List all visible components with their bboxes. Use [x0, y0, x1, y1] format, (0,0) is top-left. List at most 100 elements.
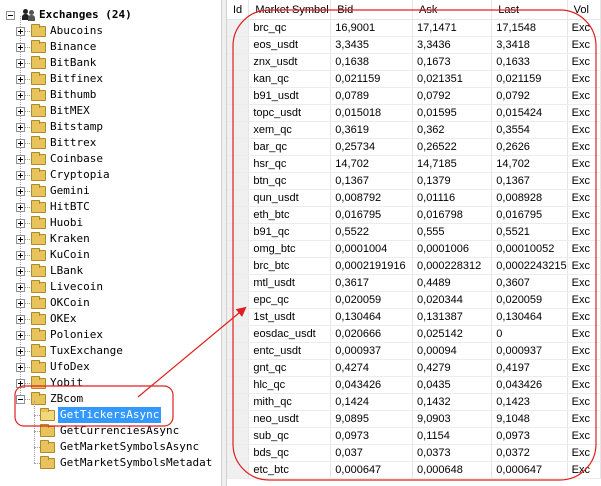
table-cell[interactable]: Exc [567, 393, 601, 411]
table-cell[interactable]: 0,26522 [412, 138, 493, 156]
table-cell[interactable]: 0,0435 [412, 376, 493, 394]
table-cell[interactable]: 0,1638 [330, 53, 414, 71]
table-cell[interactable]: 0,25734 [330, 138, 414, 156]
table-cell[interactable]: Exc [567, 87, 601, 105]
table-cell[interactable]: 0,000647 [491, 461, 568, 479]
expand-toggle[interactable] [16, 347, 25, 356]
expand-toggle[interactable] [16, 107, 25, 116]
table-cell[interactable]: 0,000228312 [412, 257, 493, 275]
expand-toggle[interactable] [16, 59, 25, 68]
table-cell[interactable]: 0,1633 [491, 53, 568, 71]
table-cell[interactable]: 17,1471 [412, 19, 493, 37]
table-cell[interactable]: 0,01595 [412, 104, 493, 122]
table-cell[interactable]: 0,130464 [330, 308, 414, 326]
table-cell[interactable]: eth_btc [248, 206, 332, 224]
table-cell[interactable]: 3,3418 [491, 36, 568, 54]
table-cell[interactable]: Exc [567, 274, 601, 292]
table-cell[interactable]: Exc [567, 444, 601, 462]
column-header-vol[interactable]: Vol [567, 0, 601, 20]
expand-toggle[interactable] [16, 27, 25, 36]
table-row[interactable]: eosdac_usdt 0,020666 0,025142 0 Exc [227, 325, 601, 343]
table-cell[interactable]: 0,020344 [412, 291, 493, 309]
table-cell[interactable]: eosdac_usdt [248, 325, 332, 343]
table-cell[interactable]: Exc [567, 19, 601, 37]
row-id-cell[interactable] [227, 155, 250, 173]
table-cell[interactable]: 0,000937 [491, 342, 568, 360]
table-cell[interactable]: 9,0903 [412, 410, 493, 428]
row-id-cell[interactable] [227, 461, 250, 479]
table-cell[interactable]: brc_btc [248, 257, 332, 275]
row-id-cell[interactable] [227, 427, 250, 445]
table-cell[interactable]: 0,008928 [491, 189, 568, 207]
table-cell[interactable]: 0,0973 [330, 427, 414, 445]
table-cell[interactable]: 0,016798 [412, 206, 493, 224]
table-cell[interactable]: 0,000647 [330, 461, 414, 479]
table-cell[interactable]: epc_qc [248, 291, 332, 309]
table-row[interactable]: b91_usdt 0,0789 0,0792 0,0792 Exc [227, 87, 601, 105]
expand-toggle[interactable] [16, 203, 25, 212]
row-id-cell[interactable] [227, 121, 250, 139]
table-cell[interactable]: 0,000648 [412, 461, 493, 479]
table-cell[interactable]: 9,0895 [330, 410, 414, 428]
table-cell[interactable]: 0,1432 [412, 393, 493, 411]
table-cell[interactable]: 0,131387 [412, 308, 493, 326]
table-row[interactable]: omg_btc 0,0001004 0,0001006 0,00010052 Exc [227, 240, 601, 258]
table-row[interactable]: brc_btc 0,0002191916 0,000228312 0,00022432… [227, 257, 601, 275]
expand-toggle[interactable] [16, 283, 25, 292]
table-cell[interactable]: bar_qc [248, 138, 332, 156]
row-id-cell[interactable] [227, 444, 250, 462]
table-cell[interactable]: Exc [567, 240, 601, 258]
exchanges-tree[interactable]: Exchanges (24) Abucoins Binance BitBank Bitf… [0, 0, 221, 486]
table-cell[interactable]: 0,362 [412, 121, 493, 139]
table-cell[interactable]: neo_usdt [248, 410, 332, 428]
table-cell[interactable]: 17,1548 [491, 19, 568, 37]
table-cell[interactable]: Exc [567, 410, 601, 428]
table-cell[interactable]: 0,020059 [491, 291, 568, 309]
table-row[interactable]: hsr_qc 14,702 14,7185 14,702 Exc [227, 155, 601, 173]
table-cell[interactable]: 14,702 [491, 155, 568, 173]
row-id-cell[interactable] [227, 240, 250, 258]
table-cell[interactable]: 0,01116 [412, 189, 493, 207]
table-cell[interactable]: 0,1154 [412, 427, 493, 445]
table-cell[interactable]: Exc [567, 291, 601, 309]
table-cell[interactable]: Exc [567, 325, 601, 343]
table-cell[interactable]: 0,0001006 [412, 240, 493, 258]
table-cell[interactable]: 0,043426 [330, 376, 414, 394]
expand-toggle[interactable] [16, 91, 25, 100]
table-cell[interactable]: 0,0789 [330, 87, 414, 105]
table-cell[interactable]: Exc [567, 104, 601, 122]
table-row[interactable]: mith_qc 0,1424 0,1432 0,1423 Exc [227, 393, 601, 411]
table-cell[interactable]: 0,2626 [491, 138, 568, 156]
table-cell[interactable]: 0,5521 [491, 223, 568, 241]
table-cell[interactable]: 0,0973 [491, 427, 568, 445]
table-row[interactable]: neo_usdt 9,0895 9,0903 9,1048 Exc [227, 410, 601, 428]
column-header-market-symbol[interactable]: Market Symbol [248, 0, 332, 20]
collapse-toggle[interactable] [16, 395, 25, 404]
table-cell[interactable]: 0,043426 [491, 376, 568, 394]
table-cell[interactable]: Exc [567, 308, 601, 326]
expand-toggle[interactable] [16, 363, 25, 372]
expand-toggle[interactable] [16, 43, 25, 52]
table-cell[interactable]: 0,037 [330, 444, 414, 462]
table-cell[interactable]: 0,4279 [412, 359, 493, 377]
table-row[interactable]: mtl_usdt 0,3617 0,4489 0,3607 Exc [227, 274, 601, 292]
table-cell[interactable]: Exc [567, 189, 601, 207]
row-id-cell[interactable] [227, 53, 250, 71]
table-cell[interactable]: 9,1048 [491, 410, 568, 428]
column-header-id[interactable]: Id [227, 0, 250, 20]
table-cell[interactable]: 1st_usdt [248, 308, 332, 326]
row-id-cell[interactable] [227, 223, 250, 241]
table-cell[interactable]: 0,015424 [491, 104, 568, 122]
expand-toggle[interactable] [16, 75, 25, 84]
table-cell[interactable]: 0,1367 [491, 172, 568, 190]
table-row[interactable]: brc_qc 16,9001 17,1471 17,1548 Exc [227, 19, 601, 37]
row-id-cell[interactable] [227, 325, 250, 343]
table-cell[interactable]: Exc [567, 461, 601, 479]
row-id-cell[interactable] [227, 138, 250, 156]
table-cell[interactable]: etc_btc [248, 461, 332, 479]
table-row[interactable]: sub_qc 0,0973 0,1154 0,0973 Exc [227, 427, 601, 445]
row-id-cell[interactable] [227, 274, 250, 292]
table-cell[interactable]: 0,000937 [330, 342, 414, 360]
table-cell[interactable]: 3,3436 [412, 36, 493, 54]
table-cell[interactable]: 0,0792 [412, 87, 493, 105]
